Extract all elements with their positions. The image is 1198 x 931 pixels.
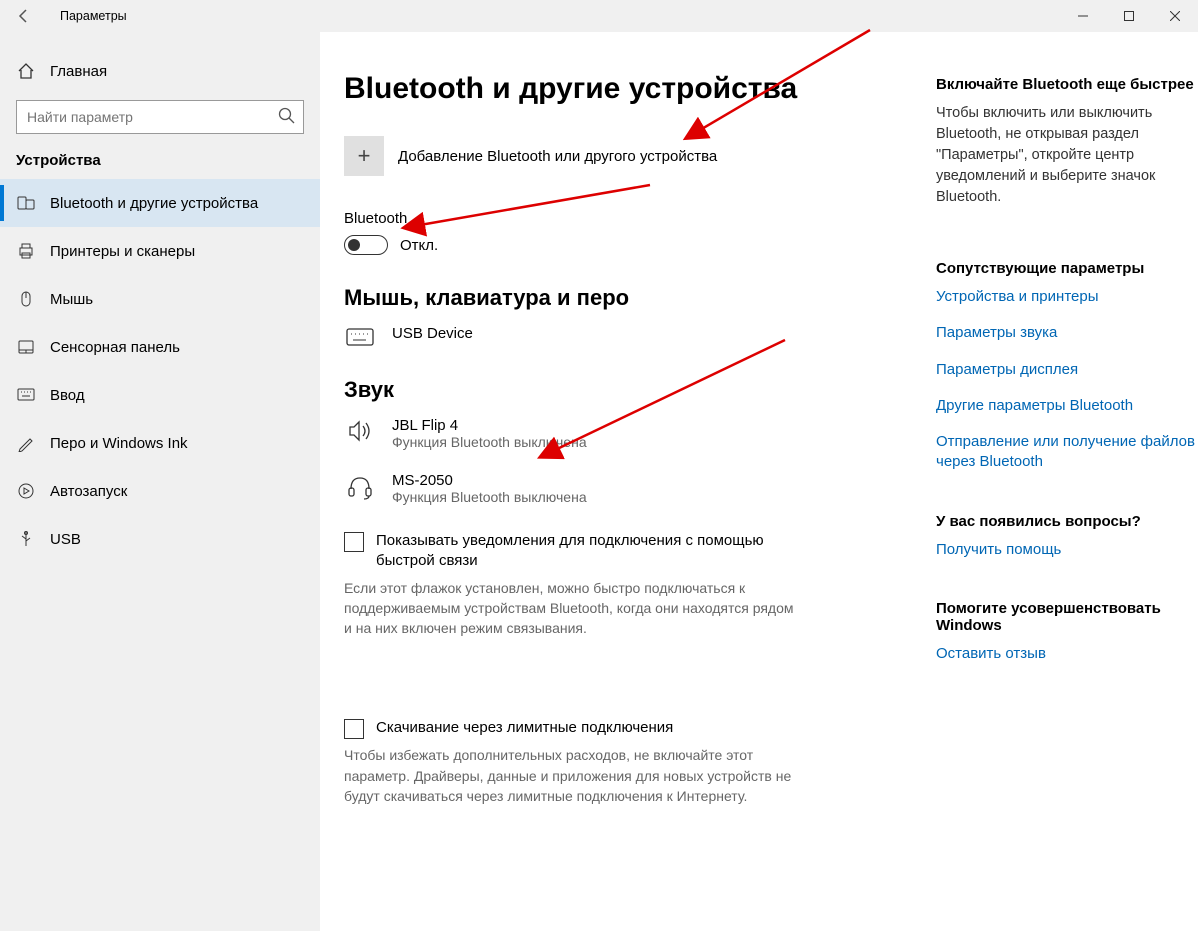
right-heading: У вас появились вопросы? xyxy=(936,513,1196,530)
right-heading: Помогите усовершенствовать Windows xyxy=(936,600,1196,634)
main-content: Bluetooth и другие устройства + Добавлен… xyxy=(320,32,1198,931)
nav-label: Перо и Windows Ink xyxy=(50,435,188,452)
touchpad-icon xyxy=(16,338,36,356)
close-button[interactable] xyxy=(1152,0,1198,32)
keyboard-icon xyxy=(16,388,36,402)
search-box[interactable] xyxy=(16,100,304,134)
maximize-icon xyxy=(1124,11,1134,21)
close-icon xyxy=(1170,11,1180,21)
nav-autoplay[interactable]: Автозапуск xyxy=(0,467,320,515)
pen-icon xyxy=(16,434,36,452)
device-jbl[interactable]: JBL Flip 4 Функция Bluetooth выключена xyxy=(344,417,904,450)
nav-label: Автозапуск xyxy=(50,483,127,500)
usb-icon xyxy=(16,530,36,548)
add-device-button[interactable]: + Добавление Bluetooth или другого устро… xyxy=(344,136,904,176)
titlebar: Параметры xyxy=(0,0,1198,32)
link-send-receive[interactable]: Отправление или получение файлов через B… xyxy=(936,432,1196,473)
notifications-checkbox[interactable] xyxy=(344,532,364,552)
bluetooth-devices-icon xyxy=(16,194,36,212)
nav-pen[interactable]: Перо и Windows Ink xyxy=(0,419,320,467)
checkbox-label: Показывать уведомления для подключения с… xyxy=(376,531,796,572)
minimize-button[interactable] xyxy=(1060,0,1106,32)
nav-bluetooth[interactable]: Bluetooth и другие устройства xyxy=(0,179,320,227)
add-device-label: Добавление Bluetooth или другого устройс… xyxy=(398,148,717,165)
nav-label: Bluetooth и другие устройства xyxy=(50,195,258,212)
mouse-icon xyxy=(16,290,36,308)
nav-touchpad[interactable]: Сенсорная панель xyxy=(0,323,320,371)
window-title: Параметры xyxy=(60,9,127,23)
device-name: JBL Flip 4 xyxy=(392,417,587,434)
nav-label: Сенсорная панель xyxy=(50,339,180,356)
bluetooth-state: Откл. xyxy=(400,237,438,254)
right-heading: Включайте Bluetooth еще быстрее xyxy=(936,76,1196,93)
link-get-help[interactable]: Получить помощь xyxy=(936,540,1196,560)
device-status: Функция Bluetooth выключена xyxy=(392,434,587,450)
nav-label: Принтеры и сканеры xyxy=(50,243,195,260)
home-label: Главная xyxy=(50,63,107,80)
home-icon xyxy=(16,62,36,80)
link-devices-printers[interactable]: Устройства и принтеры xyxy=(936,287,1196,307)
nav-mouse[interactable]: Мышь xyxy=(0,275,320,323)
device-status: Функция Bluetooth выключена xyxy=(392,489,587,505)
autoplay-icon xyxy=(16,482,36,500)
nav-label: Мышь xyxy=(50,291,93,308)
keyboard-device-icon xyxy=(344,325,376,347)
link-feedback[interactable]: Оставить отзыв xyxy=(936,644,1196,664)
window-controls xyxy=(1060,0,1198,32)
bluetooth-label: Bluetooth xyxy=(344,210,904,227)
back-button[interactable] xyxy=(8,0,40,32)
maximize-button[interactable] xyxy=(1106,0,1152,32)
section-sound-heading: Звук xyxy=(344,377,904,403)
bluetooth-toggle[interactable] xyxy=(344,235,388,255)
right-text: Чтобы включить или выключить Bluetooth, … xyxy=(936,103,1196,208)
right-panel: Включайте Bluetooth еще быстрее Чтобы вк… xyxy=(936,72,1196,931)
search-icon xyxy=(278,107,296,128)
device-ms2050[interactable]: MS-2050 Функция Bluetooth выключена xyxy=(344,472,904,505)
headset-icon xyxy=(344,472,376,500)
sidebar: Главная Устройства Bluetooth и другие ус… xyxy=(0,32,320,931)
nav-label: USB xyxy=(50,531,81,548)
device-name: USB Device xyxy=(392,325,473,342)
checkbox-label: Скачивание через лимитные подключения xyxy=(376,718,673,738)
link-sound-settings[interactable]: Параметры звука xyxy=(936,323,1196,343)
minimize-icon xyxy=(1078,11,1088,21)
nav-label: Ввод xyxy=(50,387,85,404)
plus-icon: + xyxy=(344,136,384,176)
search-input[interactable] xyxy=(16,100,304,134)
page-title: Bluetooth и другие устройства xyxy=(344,72,904,106)
link-more-bluetooth[interactable]: Другие параметры Bluetooth xyxy=(936,396,1196,416)
right-heading: Сопутствующие параметры xyxy=(936,260,1196,277)
link-display-settings[interactable]: Параметры дисплея xyxy=(936,360,1196,380)
device-usb[interactable]: USB Device xyxy=(344,325,904,347)
arrow-left-icon xyxy=(16,8,32,24)
nav-typing[interactable]: Ввод xyxy=(0,371,320,419)
nav-printers[interactable]: Принтеры и сканеры xyxy=(0,227,320,275)
speaker-icon xyxy=(344,417,376,443)
sidebar-section: Устройства xyxy=(0,152,320,179)
checkbox-help: Если этот флажок установлен, можно быстр… xyxy=(344,578,804,639)
nav-usb[interactable]: USB xyxy=(0,515,320,563)
device-name: MS-2050 xyxy=(392,472,587,489)
printer-icon xyxy=(16,242,36,260)
home-button[interactable]: Главная xyxy=(0,54,320,88)
metered-checkbox[interactable] xyxy=(344,719,364,739)
section-mouse-heading: Мышь, клавиатура и перо xyxy=(344,285,904,311)
checkbox-help: Чтобы избежать дополнительных расходов, … xyxy=(344,745,804,806)
